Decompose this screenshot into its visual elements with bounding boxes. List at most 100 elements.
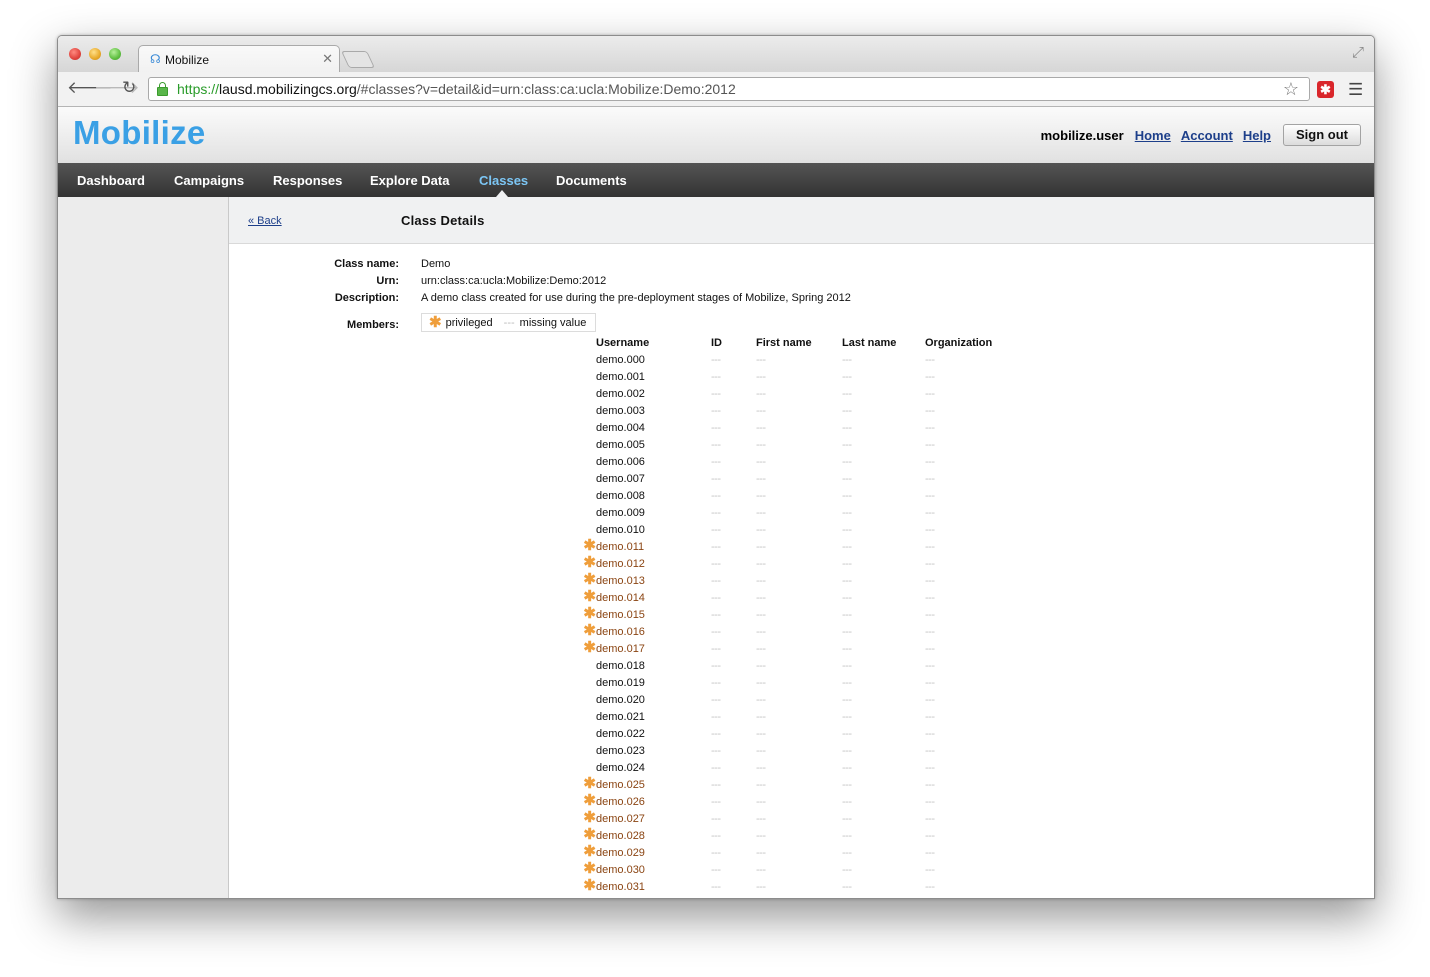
account-link[interactable]: Account [1181, 128, 1233, 143]
active-nav-caret [496, 190, 508, 197]
username-cell: demo.016 [596, 625, 645, 638]
last-cell: --- [842, 574, 852, 587]
asterisk-icon: ✱ [583, 775, 596, 792]
first-cell: --- [756, 778, 766, 791]
id-cell: --- [711, 880, 721, 893]
nav-campaigns[interactable]: Campaigns [174, 173, 244, 188]
id-cell: --- [711, 489, 721, 502]
reload-icon[interactable]: ↻ [122, 78, 136, 98]
first-cell: --- [756, 863, 766, 876]
id-cell: --- [711, 863, 721, 876]
row-icon-cell [579, 385, 596, 402]
username-cell: demo.012 [596, 557, 645, 570]
org-cell: --- [925, 778, 935, 791]
id-cell: --- [711, 778, 721, 791]
last-cell: --- [842, 812, 852, 825]
description-label: Description: [334, 292, 399, 304]
bookmark-star-icon[interactable]: ☆ [1283, 79, 1299, 100]
table-row: demo.002 --- --- --- --- [579, 385, 1025, 402]
asterisk-icon: ✱ [583, 571, 596, 588]
org-cell: --- [925, 676, 935, 689]
first-cell: --- [756, 421, 766, 434]
id-cell: --- [711, 727, 721, 740]
org-cell: --- [925, 557, 935, 570]
org-cell: --- [925, 404, 935, 417]
sidebar [58, 197, 229, 898]
last-cell: --- [842, 523, 852, 536]
first-cell: --- [756, 761, 766, 774]
window-maximize-button[interactable] [109, 48, 121, 60]
nav-responses[interactable]: Responses [273, 173, 342, 188]
username-cell: demo.001 [596, 370, 645, 383]
extension-icon[interactable]: ✱ [1317, 81, 1334, 98]
first-cell: --- [756, 387, 766, 400]
org-cell: --- [925, 863, 935, 876]
first-cell: --- [756, 659, 766, 672]
org-cell: --- [925, 455, 935, 468]
nav-explore-data[interactable]: Explore Data [370, 173, 449, 188]
table-row: demo.007 --- --- --- --- [579, 470, 1025, 487]
table-row: demo.008 --- --- --- --- [579, 487, 1025, 504]
username-cell: demo.027 [596, 812, 645, 825]
last-cell: --- [842, 676, 852, 689]
first-cell: --- [756, 846, 766, 859]
class-name-value: Demo [421, 258, 451, 270]
fullscreen-icon[interactable]: ⤢ [1352, 44, 1364, 61]
last-cell: --- [842, 659, 852, 672]
back-link[interactable]: « Back [248, 215, 282, 227]
table-row: demo.006 --- --- --- --- [579, 453, 1025, 470]
org-cell: --- [925, 846, 935, 859]
org-cell: --- [925, 880, 935, 893]
table-row: ✱ demo.031 --- --- --- --- [579, 878, 1025, 895]
nav-dashboard[interactable]: Dashboard [77, 173, 145, 188]
row-icon-cell [579, 453, 596, 470]
org-cell: --- [925, 744, 935, 757]
first-cell: --- [756, 608, 766, 621]
last-cell: --- [842, 693, 852, 706]
title-bar: ☊ Mobilize ✕ ⤢ [58, 36, 1374, 73]
column-header-id: ID [711, 336, 722, 349]
address-bar[interactable]: https://lausd.mobilizingcs.org/#classes?… [148, 77, 1310, 101]
table-row: ✱ demo.012 --- --- --- --- [579, 555, 1025, 572]
first-cell: --- [756, 370, 766, 383]
members-legend: ✱ privileged --- missing value [421, 313, 597, 332]
row-icon-cell [579, 657, 596, 674]
username-cell: demo.023 [596, 744, 645, 757]
column-header-organization: Organization [925, 336, 993, 349]
last-cell: --- [842, 863, 852, 876]
tab-close-icon[interactable]: ✕ [322, 51, 333, 67]
site-header: Mobilize mobilize.user Home Account Help… [58, 107, 1374, 163]
asterisk-icon: ✱ [583, 860, 596, 877]
id-cell: --- [711, 472, 721, 485]
help-link[interactable]: Help [1243, 128, 1271, 143]
username-cell: demo.000 [596, 353, 645, 366]
urn-label: Urn: [376, 275, 399, 287]
first-cell: --- [756, 353, 766, 366]
window-minimize-button[interactable] [89, 48, 101, 60]
table-row: ✱ demo.029 --- --- --- --- [579, 844, 1025, 861]
org-cell: --- [925, 387, 935, 400]
privileged-icon: ✱ [579, 538, 596, 555]
table-row: demo.021 --- --- --- --- [579, 708, 1025, 725]
last-cell: --- [842, 370, 852, 383]
id-cell: --- [711, 693, 721, 706]
row-icon-cell [579, 708, 596, 725]
window-close-button[interactable] [69, 48, 81, 60]
nav-classes[interactable]: Classes [479, 173, 528, 188]
org-cell: --- [925, 472, 935, 485]
table-row: demo.003 --- --- --- --- [579, 402, 1025, 419]
privileged-icon: ✱ [579, 878, 596, 895]
asterisk-icon: ✱ [583, 588, 596, 605]
browser-tab[interactable]: ☊ Mobilize ✕ [138, 45, 340, 73]
sign-out-button[interactable]: Sign out [1283, 124, 1361, 146]
id-cell: --- [711, 710, 721, 723]
row-icon-cell [579, 368, 596, 385]
nav-documents[interactable]: Documents [556, 173, 627, 188]
browser-menu-icon[interactable]: ☰ [1348, 80, 1363, 100]
new-tab-button[interactable] [341, 51, 375, 68]
table-row: ✱ demo.014 --- --- --- --- [579, 589, 1025, 606]
id-cell: --- [711, 404, 721, 417]
privileged-icon: ✱ [579, 793, 596, 810]
home-link[interactable]: Home [1135, 128, 1171, 143]
row-icon-cell [579, 487, 596, 504]
